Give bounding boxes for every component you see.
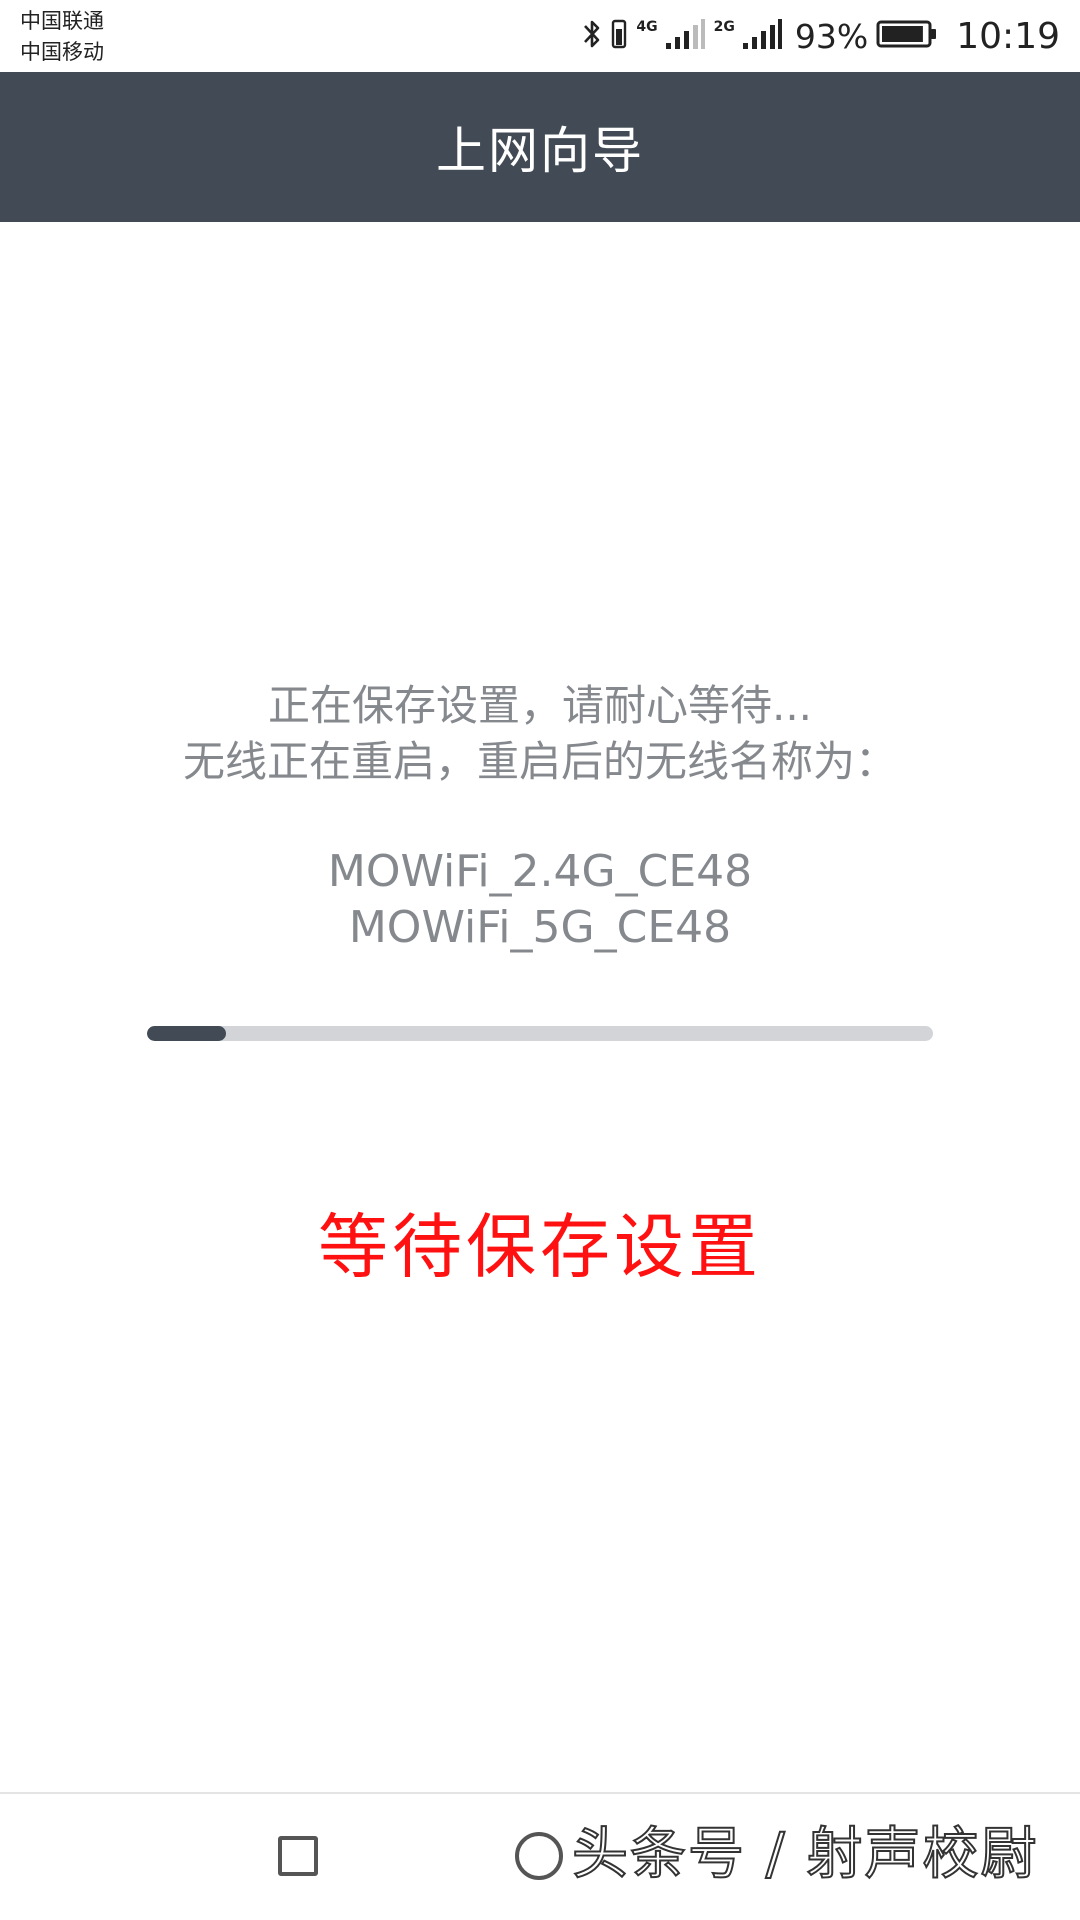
saving-message: 正在保存设置，请耐心等待... xyxy=(267,681,813,730)
home-icon[interactable] xyxy=(515,1832,563,1880)
ssid-2-4g: MOWiFi_2.4G_CE48 xyxy=(327,846,753,897)
signal-icon xyxy=(664,17,706,55)
progress-fill xyxy=(147,1026,226,1041)
clock: 10:19 xyxy=(956,15,1060,57)
status-icons: 4G 2G 93% 10:19 xyxy=(582,0,1060,72)
network-type-2: 2G xyxy=(713,19,735,35)
caption-waiting-save: 等待保存设置 xyxy=(318,1206,762,1288)
battery-percent: 93% xyxy=(794,16,869,56)
battery-icon xyxy=(876,19,938,53)
app-header: 上网向导 xyxy=(0,72,1080,222)
watermark: 头条号 / 射声校尉 xyxy=(571,1821,1039,1888)
carrier-1: 中国联通 xyxy=(20,9,104,33)
status-bar: 中国联通 中国移动 4G 2G 93% 10:19 xyxy=(0,0,1080,72)
screen: 中国联通 中国移动 4G 2G 93% 10:19 上网向导 正在保存设置，请耐… xyxy=(0,0,1080,1920)
ssid-5g: MOWiFi_5G_CE48 xyxy=(348,902,732,953)
navigation-bar: 头条号 / 射声校尉 xyxy=(0,1792,1080,1920)
page-title: 上网向导 xyxy=(436,122,644,180)
network-type-1: 4G xyxy=(636,19,658,35)
restart-message: 无线正在重启，重启后的无线名称为： xyxy=(182,737,897,786)
main-content: 正在保存设置，请耐心等待... 无线正在重启，重启后的无线名称为： MOWiFi… xyxy=(0,222,1080,1792)
progress-bar xyxy=(147,1026,933,1041)
bluetooth-icon xyxy=(582,17,602,55)
signal-icon xyxy=(741,17,783,55)
carrier-2: 中国移动 xyxy=(20,40,104,64)
recents-icon[interactable] xyxy=(278,1836,318,1876)
carrier-labels: 中国联通 中国移动 xyxy=(20,6,104,68)
vibrate-icon xyxy=(610,17,628,55)
